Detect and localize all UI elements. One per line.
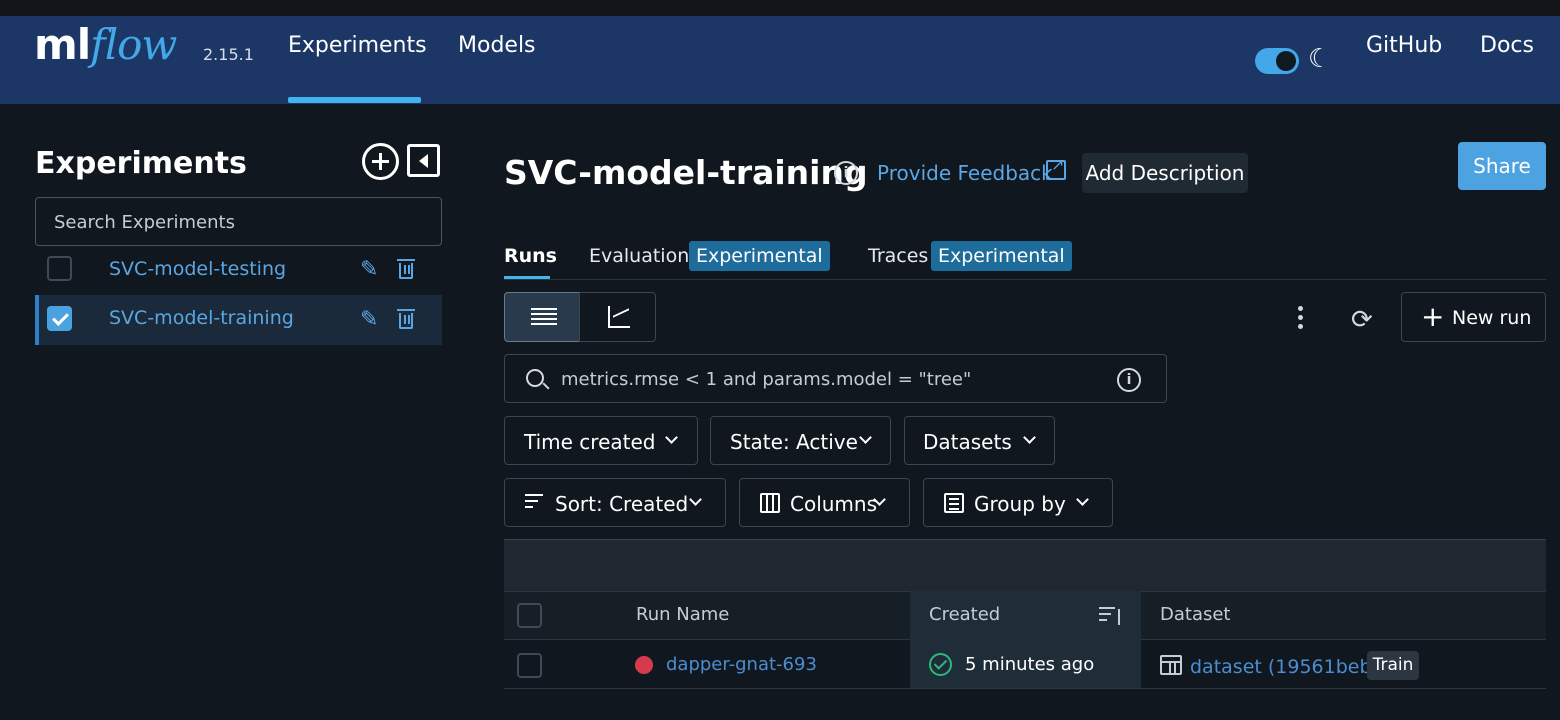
search-icon bbox=[526, 369, 544, 387]
columns-icon bbox=[760, 493, 780, 513]
info-icon[interactable]: i bbox=[1117, 368, 1141, 392]
dropdown-label: Time created bbox=[524, 430, 656, 454]
state-dropdown[interactable]: State: Active bbox=[710, 416, 891, 465]
moon-icon: ☾ bbox=[1308, 44, 1332, 74]
experiment-name-link[interactable]: SVC-model-training bbox=[109, 307, 294, 329]
logo-ml: ml bbox=[34, 20, 91, 69]
version-label: 2.15.1 bbox=[203, 45, 254, 64]
sort-dropdown[interactable]: Sort: Created bbox=[504, 478, 726, 527]
row-checkbox[interactable] bbox=[517, 653, 542, 678]
list-icon bbox=[531, 308, 557, 326]
dataset-link[interactable]: dataset (19561beb) bbox=[1190, 656, 1379, 678]
add-description-button[interactable]: Add Description bbox=[1082, 153, 1248, 193]
docs-link[interactable]: Docs bbox=[1480, 33, 1534, 58]
new-run-label: New run bbox=[1452, 307, 1532, 329]
status-success-icon bbox=[929, 653, 952, 676]
nav-active-indicator bbox=[288, 97, 421, 103]
dataset-context-badge: Train bbox=[1367, 651, 1419, 680]
group-by-dropdown[interactable]: Group by bbox=[923, 478, 1113, 527]
create-experiment-icon[interactable] bbox=[362, 143, 399, 180]
sidebar-title: Experiments bbox=[35, 146, 247, 181]
tab-runs[interactable]: Runs bbox=[504, 245, 557, 267]
more-options-icon[interactable] bbox=[1298, 306, 1304, 332]
column-header-dataset[interactable]: Dataset bbox=[1160, 604, 1231, 625]
filter-placeholder: metrics.rmse < 1 and params.model = "tre… bbox=[561, 369, 972, 390]
dropdown-label: Datasets bbox=[923, 430, 1012, 454]
refresh-icon[interactable]: ⟳ bbox=[1351, 305, 1373, 335]
chevron-down-icon bbox=[689, 493, 702, 506]
plus-icon: + bbox=[1421, 300, 1445, 333]
column-header-run-name[interactable]: Run Name bbox=[636, 604, 729, 625]
tab-traces[interactable]: Traces bbox=[868, 245, 928, 267]
new-run-button[interactable]: + New run bbox=[1401, 292, 1546, 342]
experimental-badge: Experimental bbox=[931, 241, 1072, 271]
tab-evaluation[interactable]: Evaluation bbox=[589, 245, 689, 267]
created-value: 5 minutes ago bbox=[965, 654, 1095, 675]
dropdown-label: Columns bbox=[790, 492, 878, 516]
search-experiments-input[interactable]: Search Experiments bbox=[35, 197, 442, 246]
delete-trash-icon[interactable] bbox=[397, 309, 415, 329]
datasets-dropdown[interactable]: Datasets bbox=[904, 416, 1055, 465]
mlflow-logo[interactable]: mlflow bbox=[34, 20, 177, 69]
sort-descending-icon[interactable] bbox=[1099, 605, 1123, 627]
run-color-dot bbox=[635, 656, 653, 674]
dropdown-label: Group by bbox=[974, 492, 1066, 516]
share-button[interactable]: Share bbox=[1458, 142, 1546, 190]
dropdown-label: Sort: Created bbox=[555, 492, 689, 516]
top-strip bbox=[0, 0, 1560, 16]
chevron-down-icon bbox=[1076, 493, 1089, 506]
sort-icon bbox=[525, 494, 547, 512]
experiment-checkbox-checked[interactable] bbox=[47, 306, 72, 331]
page-title: SVC-model-training bbox=[504, 153, 868, 192]
experimental-badge: Experimental bbox=[689, 241, 830, 271]
table-view-button[interactable] bbox=[504, 292, 580, 342]
select-all-checkbox[interactable] bbox=[517, 603, 542, 628]
columns-dropdown[interactable]: Columns bbox=[739, 478, 910, 527]
chevron-down-icon bbox=[665, 431, 678, 444]
run-name-link[interactable]: dapper-gnat-693 bbox=[666, 654, 817, 675]
dataset-table-icon bbox=[1160, 655, 1182, 675]
chart-view-button[interactable] bbox=[579, 292, 656, 342]
chart-icon bbox=[608, 306, 630, 328]
logo-flow: flow bbox=[90, 20, 177, 69]
provide-feedback-link[interactable]: Provide Feedback bbox=[877, 161, 1053, 185]
nav-models[interactable]: Models bbox=[458, 33, 536, 58]
dropdown-label: State: Active bbox=[730, 430, 858, 454]
external-link-icon bbox=[1046, 155, 1066, 180]
delete-trash-icon[interactable] bbox=[397, 259, 415, 279]
chevron-down-icon bbox=[1023, 431, 1036, 444]
nav-experiments[interactable]: Experiments bbox=[288, 33, 427, 58]
tabs-divider bbox=[504, 279, 1546, 280]
group-by-icon bbox=[944, 493, 964, 513]
experiment-checkbox[interactable] bbox=[47, 256, 72, 281]
row-divider bbox=[504, 688, 1546, 689]
github-link[interactable]: GitHub bbox=[1366, 33, 1442, 58]
run-filter-input[interactable]: metrics.rmse < 1 and params.model = "tre… bbox=[504, 354, 1167, 403]
column-header-created[interactable]: Created bbox=[929, 604, 1000, 625]
search-placeholder: Search Experiments bbox=[54, 212, 235, 233]
table-header-group-row bbox=[504, 539, 1546, 591]
info-icon[interactable]: i bbox=[834, 161, 858, 185]
chevron-down-icon bbox=[859, 431, 872, 444]
toggle-knob bbox=[1276, 51, 1296, 71]
theme-toggle[interactable] bbox=[1255, 48, 1299, 74]
experiment-name-link[interactable]: SVC-model-testing bbox=[109, 258, 286, 280]
edit-pencil-icon[interactable]: ✎ bbox=[360, 257, 378, 282]
collapse-sidebar-icon[interactable] bbox=[407, 144, 440, 177]
edit-pencil-icon[interactable]: ✎ bbox=[360, 307, 378, 332]
time-created-dropdown[interactable]: Time created bbox=[504, 416, 698, 465]
